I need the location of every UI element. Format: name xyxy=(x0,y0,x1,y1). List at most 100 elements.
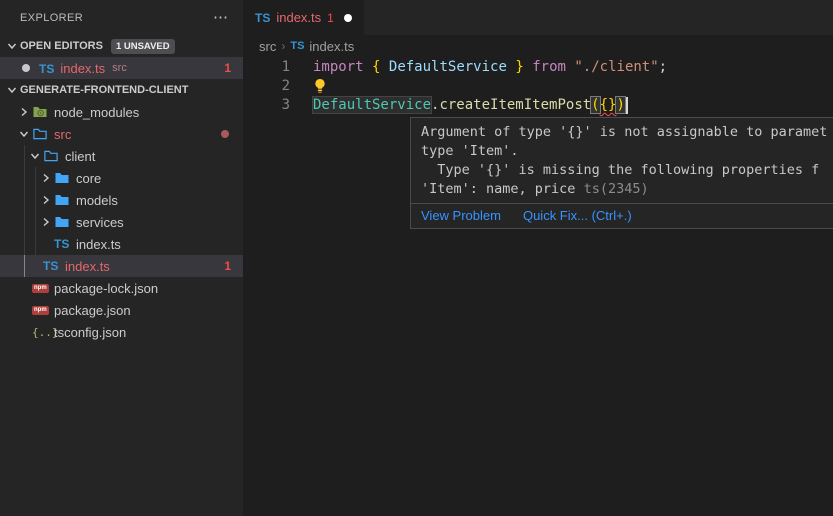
code-line-1[interactable]: 1import { DefaultService } from "./clien… xyxy=(243,58,833,77)
code-token: ; xyxy=(659,59,667,75)
code-line-content xyxy=(290,77,329,96)
tree-item-tsconfig-json[interactable]: {..}tsconfig.json xyxy=(0,321,243,343)
tab-label: index.ts xyxy=(276,10,321,25)
chevron-right-icon xyxy=(38,216,54,228)
tab-bar: TS index.ts 1 xyxy=(243,0,833,35)
code-token: ( xyxy=(591,97,599,113)
tree-item-label: core xyxy=(76,171,101,186)
tree-item-package-lock-json[interactable]: npmpackage-lock.json xyxy=(0,277,243,299)
open-editor-filename: index.ts xyxy=(60,61,105,76)
tab-index-ts[interactable]: TS index.ts 1 xyxy=(243,0,364,35)
error-code: ts(2345) xyxy=(584,181,649,197)
code-line-3[interactable]: 3DefaultService.createItemItemPost({}) xyxy=(243,96,833,115)
code-token xyxy=(364,59,372,75)
error-tooltip: Argument of type '{}' is not assignable … xyxy=(410,117,833,229)
chevron-right-icon xyxy=(38,194,54,206)
indent-guide xyxy=(35,167,36,255)
folder-open-icon xyxy=(32,126,52,142)
chevron-down-icon xyxy=(4,84,20,96)
lightbulb-icon[interactable] xyxy=(313,78,329,94)
workspace-label: GENERATE-FRONTEND-CLIENT xyxy=(20,84,188,96)
breadcrumb-src[interactable]: src xyxy=(259,39,276,54)
unsaved-dot-icon[interactable] xyxy=(344,14,352,22)
error-count-badge: 1 xyxy=(224,61,231,75)
open-editor-item-index-ts[interactable]: TSindex.ts src 1 xyxy=(0,57,243,79)
code-token: ) xyxy=(616,97,624,113)
breadcrumb: src › TS index.ts xyxy=(243,35,833,57)
chevron-down-icon xyxy=(16,128,32,140)
line-number: 3 xyxy=(243,96,290,115)
error-message-line: Argument of type '{}' is not assignable … xyxy=(421,123,833,142)
tree-item-label: package.json xyxy=(54,303,131,318)
error-count-badge: 1 xyxy=(224,259,231,273)
error-message-line: 'Item': name, price ts(2345) xyxy=(421,180,833,199)
folder-open-icon xyxy=(43,148,63,164)
tree-item-core[interactable]: core xyxy=(0,167,243,189)
tree-item-models[interactable]: models xyxy=(0,189,243,211)
workspace-section-header[interactable]: GENERATE-FRONTEND-CLIENT xyxy=(0,79,243,101)
tree-item-index-ts[interactable]: TSindex.ts xyxy=(0,233,243,255)
tree-item-client[interactable]: client xyxy=(0,145,243,167)
code-token: from xyxy=(532,59,566,75)
chevron-down-icon xyxy=(4,40,20,52)
folder-icon xyxy=(54,214,74,230)
tree-item-label: package-lock.json xyxy=(54,281,158,296)
more-actions-icon[interactable]: ⋯ xyxy=(213,13,229,23)
text-cursor xyxy=(626,97,628,114)
editor-area: TS index.ts 1 src › TS index.ts 1import … xyxy=(243,0,833,516)
open-editors-list: TSindex.ts src 1 xyxy=(0,57,243,79)
typescript-icon: TS xyxy=(39,61,60,76)
ts-icon: TS xyxy=(54,237,74,251)
error-dot-icon xyxy=(221,130,229,138)
error-message: Argument of type '{}' is not assignable … xyxy=(411,118,833,203)
unsaved-badge: 1 UNSAVED xyxy=(111,39,175,54)
error-message-line: Type '{}' is missing the following prope… xyxy=(421,161,833,180)
tree-item-label: node_modules xyxy=(54,105,139,120)
code-editor[interactable]: 1import { DefaultService } from "./clien… xyxy=(243,57,833,115)
code-token: {} xyxy=(600,97,617,113)
folder-icon xyxy=(54,192,74,208)
code-line-content: DefaultService.createItemItemPost({}) xyxy=(290,96,628,115)
tree-item-label: client xyxy=(65,149,95,164)
tree-item-src[interactable]: src xyxy=(0,123,243,145)
tree-item-label: tsconfig.json xyxy=(54,325,126,340)
chevron-down-icon xyxy=(27,150,43,162)
code-token: "./client" xyxy=(574,59,658,75)
open-editor-detail: src xyxy=(112,62,127,74)
tree-item-label: services xyxy=(76,215,124,230)
sidebar-header: EXPLORER ⋯ xyxy=(0,0,243,35)
line-number: 1 xyxy=(243,58,290,77)
line-number: 2 xyxy=(243,77,290,96)
tree-item-services[interactable]: services xyxy=(0,211,243,233)
explorer-sidebar: EXPLORER ⋯ OPEN EDITORS 1 UNSAVED TSinde… xyxy=(0,0,243,516)
ts-icon: TS xyxy=(43,259,63,273)
error-tooltip-actions: View Problem Quick Fix... (Ctrl+.) xyxy=(411,203,833,228)
chevron-right-icon: › xyxy=(281,39,285,53)
tree-item-node-modules[interactable]: node_modules xyxy=(0,101,243,123)
breadcrumb-index-ts[interactable]: index.ts xyxy=(309,39,354,54)
npm-icon: npm xyxy=(32,306,52,315)
code-token: import xyxy=(313,59,364,75)
tree-item-package-json[interactable]: npmpackage.json xyxy=(0,299,243,321)
modified-dot-icon[interactable] xyxy=(22,64,30,72)
tree-item-label: index.ts xyxy=(65,259,110,274)
chevron-right-icon xyxy=(16,106,32,118)
code-token: } xyxy=(515,59,523,75)
typescript-icon: TS xyxy=(290,40,304,52)
indent-guide xyxy=(24,255,25,277)
view-problem-link[interactable]: View Problem xyxy=(421,208,501,223)
code-line-2[interactable]: 2 xyxy=(243,77,833,96)
tree-item-index-ts[interactable]: TSindex.ts 1 xyxy=(0,255,243,277)
braces-icon: {..} xyxy=(32,326,52,339)
folder-icon xyxy=(54,170,74,186)
tab-error-count: 1 xyxy=(327,11,334,25)
chevron-right-icon xyxy=(38,172,54,184)
code-line-content: import { DefaultService } from "./client… xyxy=(290,58,667,77)
tree-item-label: models xyxy=(76,193,118,208)
quick-fix-link[interactable]: Quick Fix... (Ctrl+.) xyxy=(523,208,632,223)
open-editors-section-header[interactable]: OPEN EDITORS 1 UNSAVED xyxy=(0,35,243,57)
code-token: createItemItemPost xyxy=(439,97,591,113)
code-token: DefaultService xyxy=(313,97,431,113)
typescript-icon: TS xyxy=(255,11,270,25)
open-editors-label: OPEN EDITORS xyxy=(20,40,103,52)
